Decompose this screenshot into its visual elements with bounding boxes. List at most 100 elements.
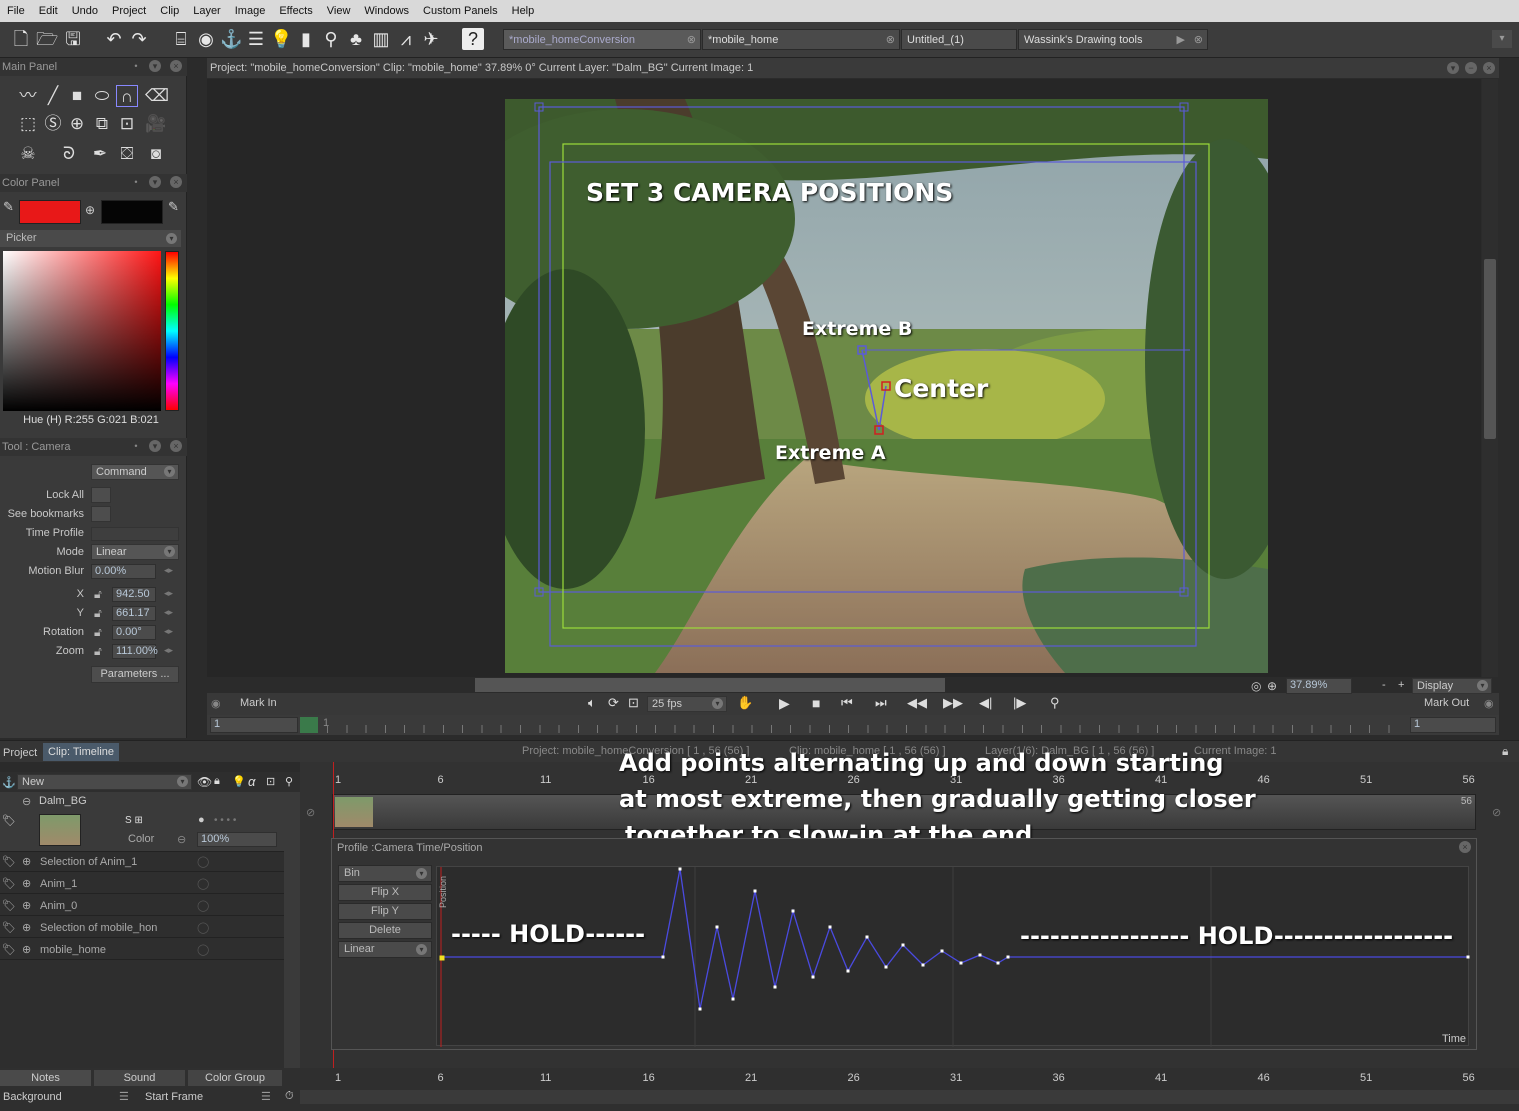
layer-stack-icon[interactable]: ⚓ [2, 776, 16, 789]
skull-icon[interactable]: ☠ [17, 143, 39, 165]
eraser-icon[interactable]: ⌫ [145, 85, 169, 107]
tag-icon[interactable]: 🏷︎ [2, 918, 16, 938]
curve-keyframe[interactable] [959, 961, 963, 965]
layers-icon[interactable]: ☰ [245, 28, 267, 50]
shape-select-icon[interactable]: Ⓢ [42, 113, 64, 135]
tag-icon[interactable]: 🏷︎ [2, 896, 16, 916]
hand-icon[interactable]: ✋ [737, 695, 753, 711]
curve-keyframe[interactable] [1466, 955, 1470, 959]
close-icon[interactable]: × [170, 60, 182, 72]
paper-plane-icon[interactable]: ✈ [420, 28, 442, 50]
zoom-level-input[interactable]: 37.89% [1286, 678, 1352, 694]
menu-help[interactable]: Help [505, 0, 542, 22]
expand-icon[interactable]: ⊖ [22, 795, 31, 808]
mark-out-set-icon[interactable]: ◉ [1484, 697, 1494, 710]
color-picker-icon[interactable]: ⊖ [177, 833, 186, 846]
expand-icon[interactable]: ⊕ [22, 940, 31, 960]
library-icon[interactable]: ▥ [370, 28, 392, 50]
curve-keyframe[interactable] [811, 975, 815, 979]
profile-graph[interactable] [436, 866, 1470, 1047]
curve-keyframe[interactable] [996, 961, 1000, 965]
layer-row-dalm-bg[interactable]: ⊖ Dalm_BG 🏷︎ S ⊞ ● • • • • Color ⊖ 100% [0, 792, 284, 852]
frame-range-bar[interactable]: 1 1 1 [207, 715, 1499, 735]
tag-icon[interactable]: 🏷︎ [2, 874, 16, 894]
undo-icon[interactable]: ↶ [103, 28, 125, 50]
zoom-in-icon[interactable]: + [1398, 679, 1404, 691]
onion-skin-icon[interactable]: ◎ [1251, 679, 1261, 693]
layer-scrollbar[interactable] [284, 792, 300, 1068]
collapse-icon[interactable]: ▾ [149, 60, 161, 72]
mark-in-input[interactable]: 1 [210, 717, 298, 733]
rotation-input[interactable]: 0.00° [112, 625, 156, 640]
alpha-icon[interactable]: α [248, 774, 255, 789]
tag-icon[interactable]: 🏷︎ [2, 940, 16, 960]
curve-keyframe[interactable] [439, 955, 445, 961]
y-input[interactable]: 661.17 [112, 606, 156, 621]
camera-icon[interactable]: 🎥 [145, 113, 167, 135]
line-icon[interactable]: ╱ [42, 85, 64, 107]
color-group-tab[interactable]: Color Group [188, 1070, 282, 1086]
select-icon[interactable]: ⊡ [266, 775, 275, 788]
pin-icon[interactable]: • [130, 176, 142, 188]
redo-icon[interactable]: ↷ [128, 28, 150, 50]
help-icon[interactable]: ? [462, 28, 484, 50]
close-icon[interactable]: ⊗ [886, 30, 895, 51]
menu-view[interactable]: View [320, 0, 358, 22]
collapse-icon[interactable]: ▾ [1447, 62, 1459, 74]
frame-ruler[interactable] [327, 725, 1402, 733]
curve-keyframe[interactable] [753, 889, 757, 893]
visibility-dot[interactable]: ◯ [197, 896, 209, 916]
curve-keyframe[interactable] [884, 965, 888, 969]
select-area-icon[interactable]: ◙ [145, 143, 167, 165]
stamp-icon[interactable]: ⚓ [220, 28, 242, 50]
eye-icon[interactable]: 👁 [197, 775, 212, 789]
close-icon[interactable]: × [170, 440, 182, 452]
toolbox-icon[interactable]: ⌸ [170, 28, 192, 50]
open-folder-icon[interactable]: 🗁 [36, 28, 58, 50]
menu-custom-panels[interactable]: Custom Panels [416, 0, 505, 22]
menu-edit[interactable]: Edit [32, 0, 65, 22]
swap-colors-icon[interactable]: ⊕ [85, 203, 95, 217]
menu-file[interactable]: File [0, 0, 32, 22]
pen-icon[interactable]: ✒ [89, 143, 111, 165]
transform-icon[interactable]: ⧉ [91, 113, 113, 135]
tag-icon[interactable]: 🏷︎ [2, 852, 16, 872]
lock-icon[interactable]: 🔓︎ [94, 587, 102, 602]
mark-in-set-icon[interactable]: ◉ [211, 697, 221, 710]
brush-icon[interactable]: 〰 [17, 85, 39, 107]
next-key-icon[interactable]: ▶▶ [943, 695, 963, 711]
delete-button[interactable]: Delete [338, 922, 432, 939]
menu-effects[interactable]: Effects [272, 0, 319, 22]
curve-icon[interactable]: ∩ [116, 85, 138, 107]
close-icon[interactable]: × [170, 176, 182, 188]
speaker-icon[interactable]: 🔈︎ [588, 695, 596, 711]
ellipse-icon[interactable]: ⬭ [91, 85, 113, 107]
mode-dropdown[interactable]: Linear ▾ [91, 544, 179, 560]
curve-keyframe[interactable] [940, 949, 944, 953]
close-icon[interactable]: ⊗ [1194, 30, 1203, 51]
visibility-dot[interactable]: ◯ [197, 852, 209, 872]
stopwatch-icon[interactable]: ⏱ [285, 1090, 294, 1103]
eyedropper-icon[interactable]: ✎ [168, 199, 179, 215]
menu-windows[interactable]: Windows [357, 0, 416, 22]
color-wheel-icon[interactable]: ◉ [195, 28, 217, 50]
expand-icon[interactable]: ⊕ [22, 874, 31, 894]
saturation-value-picker[interactable] [3, 251, 161, 411]
lock-icon[interactable]: 🔓︎ [94, 606, 102, 621]
visibility-dot[interactable]: ◯ [197, 874, 209, 894]
time-profile-preview[interactable] [91, 527, 179, 541]
menu-clip[interactable]: Clip [153, 0, 186, 22]
curve-keyframe[interactable] [791, 909, 795, 913]
curve-keyframe[interactable] [731, 997, 735, 1001]
pin-icon[interactable]: • [130, 440, 142, 452]
lock-all-checkbox[interactable] [91, 487, 111, 503]
flip-y-button[interactable]: Flip Y [338, 903, 432, 920]
previous-frame-icon[interactable]: ◀| [979, 695, 992, 711]
scroll-thumb[interactable] [1484, 259, 1496, 439]
frame-icon[interactable]: ⊡ [628, 695, 639, 711]
close-icon[interactable]: × [1483, 62, 1495, 74]
x-input[interactable]: 942.50 [112, 587, 156, 602]
primary-color-swatch[interactable] [19, 200, 81, 224]
next-frame-icon[interactable]: |▶ [1013, 695, 1026, 711]
visibility-dot[interactable]: ◯ [197, 940, 209, 960]
